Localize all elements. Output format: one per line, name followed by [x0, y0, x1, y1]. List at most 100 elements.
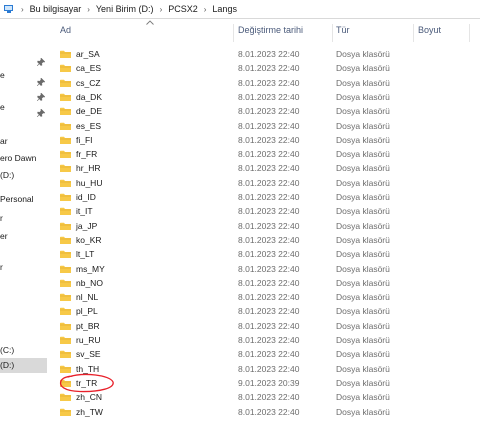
file-date: 8.01.2023 22:40 — [238, 177, 300, 188]
sidebar-item-label: ero Dawn — [0, 153, 37, 163]
file-row[interactable]: nb_NO 8.01.2023 22:40 Dosya klasörü — [56, 276, 466, 290]
file-row[interactable]: de_DE 8.01.2023 22:40 Dosya klasörü — [56, 104, 466, 118]
file-row[interactable]: id_ID 8.01.2023 22:40 Dosya klasörü — [56, 190, 466, 204]
file-type: Dosya klasörü — [336, 49, 390, 59]
file-type: Dosya klasörü — [336, 206, 390, 217]
breadcrumb-item-drive-d[interactable]: Yeni Birim (D:) — [96, 4, 154, 14]
pin-icon — [37, 78, 45, 86]
file-row[interactable]: ja_JP 8.01.2023 22:40 Dosya klasörü — [56, 219, 466, 233]
folder-icon — [60, 122, 71, 130]
file-type: Dosya klasörü — [336, 320, 390, 331]
file-type: Dosya klasörü — [336, 177, 390, 188]
file-row[interactable]: da_DK 8.01.2023 22:40 Dosya klasörü — [56, 90, 466, 104]
file-name: ko_KR — [76, 234, 102, 245]
sidebar-item-drive-c[interactable]: (C:) — [0, 343, 47, 358]
file-row[interactable]: lt_LT 8.01.2023 22:40 Dosya klasörü — [56, 247, 466, 261]
file-type: Dosya klasörü — [336, 77, 390, 88]
file-name: da_DK — [76, 91, 102, 102]
file-date: 8.01.2023 22:40 — [238, 120, 300, 131]
column-date[interactable]: Değiştirme tarihi — [238, 25, 303, 35]
sidebar-item-folder-3[interactable]: er — [0, 229, 47, 244]
file-row[interactable]: ms_MY 8.01.2023 22:40 Dosya klasörü — [56, 262, 466, 276]
file-row[interactable]: ko_KR 8.01.2023 22:40 Dosya klasörü — [56, 233, 466, 247]
file-row[interactable]: ar_SA 8.01.2023 22:40 Dosya klasörü — [56, 47, 466, 61]
chevron-right-icon[interactable]: › — [87, 5, 90, 14]
file-name: nl_NL — [76, 292, 99, 303]
sidebar-item-drive-d[interactable]: (D:) — [0, 358, 47, 373]
chevron-right-icon[interactable]: › — [160, 5, 163, 14]
file-name: lt_LT — [76, 249, 95, 260]
file-row[interactable]: pt_BR 8.01.2023 22:40 Dosya klasörü — [56, 319, 466, 333]
file-date: 8.01.2023 22:40 — [238, 163, 300, 174]
folder-icon — [60, 93, 71, 101]
file-row[interactable]: zh_TW 8.01.2023 22:40 Dosya klasörü — [56, 405, 466, 419]
file-row[interactable]: th_TH 8.01.2023 22:40 Dosya klasörü — [56, 362, 466, 376]
file-row[interactable]: ca_ES 8.01.2023 22:40 Dosya klasörü — [56, 61, 466, 75]
file-row[interactable]: ru_RU 8.01.2023 22:40 Dosya klasörü — [56, 333, 466, 347]
column-divider[interactable] — [469, 24, 470, 42]
file-name: ar_SA — [76, 49, 100, 59]
file-type: Dosya klasörü — [336, 277, 390, 288]
folder-icon — [60, 250, 71, 259]
sidebar-item-label: (D:) — [0, 360, 15, 370]
file-name: fr_FR — [76, 149, 98, 160]
file-row[interactable]: hu_HU 8.01.2023 22:40 Dosya klasörü — [56, 176, 466, 190]
column-type[interactable]: Tür — [336, 25, 350, 35]
folder-icon — [60, 351, 71, 359]
column-name[interactable]: Ad — [60, 25, 71, 35]
folder-icon — [60, 279, 71, 287]
file-date: 8.01.2023 22:40 — [238, 149, 300, 160]
column-divider[interactable] — [413, 24, 414, 42]
file-row[interactable]: pl_PL 8.01.2023 22:40 Dosya klasörü — [56, 304, 466, 318]
sidebar-item-label: er — [0, 231, 8, 241]
breadcrumb-item-this-pc[interactable]: Bu bilgisayar — [30, 4, 82, 14]
folder-icon — [60, 107, 71, 116]
sidebar-item-folder-4[interactable]: r — [0, 260, 47, 275]
sidebar-item-quick-access-4[interactable]: e — [0, 100, 47, 115]
file-row[interactable]: fr_FR 8.01.2023 22:40 Dosya klasörü — [56, 147, 466, 161]
breadcrumb-item-pcsx2[interactable]: PCSX2 — [168, 4, 198, 14]
file-name: es_ES — [76, 120, 102, 131]
file-row[interactable]: tr_TR 9.01.2023 20:39 Dosya klasörü — [56, 376, 466, 390]
column-divider[interactable] — [233, 24, 234, 42]
column-divider[interactable] — [332, 24, 333, 42]
folder-icon — [60, 265, 71, 273]
computer-icon[interactable] — [3, 4, 15, 14]
sidebar-item-drive-d-shortcut[interactable]: (D:) — [0, 168, 47, 183]
sidebar-item-horizon-zero-dawn[interactable]: ero Dawn — [0, 151, 47, 166]
file-date: 8.01.2023 22:40 — [238, 106, 300, 117]
file-type: Dosya klasörü — [336, 406, 390, 417]
sidebar-item-label: e — [0, 70, 5, 80]
file-date: 8.01.2023 22:40 — [238, 220, 300, 231]
folder-icon — [60, 136, 71, 144]
file-date: 8.01.2023 22:40 — [238, 63, 300, 74]
file-row[interactable]: zh_CN 8.01.2023 22:40 Dosya klasörü — [56, 390, 466, 404]
file-row[interactable]: nl_NL 8.01.2023 22:40 Dosya klasörü — [56, 290, 466, 304]
sidebar-item-folder-1[interactable]: ar — [0, 134, 47, 149]
file-date: 8.01.2023 22:40 — [238, 406, 300, 417]
breadcrumb-item-langs[interactable]: Langs — [212, 4, 237, 14]
file-row[interactable]: hr_HR 8.01.2023 22:40 Dosya klasörü — [56, 161, 466, 175]
file-date: 9.01.2023 20:39 — [238, 377, 300, 388]
sidebar-item-onedrive-personal[interactable]: Personal — [0, 192, 47, 207]
chevron-right-icon[interactable]: › — [21, 5, 24, 14]
file-row[interactable]: es_ES 8.01.2023 22:40 Dosya klasörü — [56, 119, 466, 133]
file-name: hr_HR — [76, 163, 101, 174]
file-date: 8.01.2023 22:40 — [238, 292, 300, 303]
sidebar-item-folder-2[interactable]: r — [0, 211, 47, 226]
sort-caret-icon[interactable] — [146, 20, 154, 25]
file-type: Dosya klasörü — [336, 120, 390, 131]
file-type: Dosya klasörü — [336, 234, 390, 245]
file-name: zh_TW — [76, 406, 103, 417]
file-row[interactable]: sv_SE 8.01.2023 22:40 Dosya klasörü — [56, 347, 466, 361]
file-row[interactable]: cs_CZ 8.01.2023 22:40 Dosya klasörü — [56, 76, 466, 90]
file-row[interactable]: fi_FI 8.01.2023 22:40 Dosya klasörü — [56, 133, 466, 147]
folder-icon — [60, 222, 71, 230]
folder-icon — [60, 365, 71, 373]
chevron-right-icon[interactable]: › — [204, 5, 207, 14]
sidebar-item-label: (C:) — [0, 345, 15, 355]
column-size[interactable]: Boyut — [418, 25, 441, 35]
folder-icon — [60, 179, 71, 187]
folder-icon — [60, 150, 71, 159]
file-row[interactable]: it_IT 8.01.2023 22:40 Dosya klasörü — [56, 204, 466, 218]
